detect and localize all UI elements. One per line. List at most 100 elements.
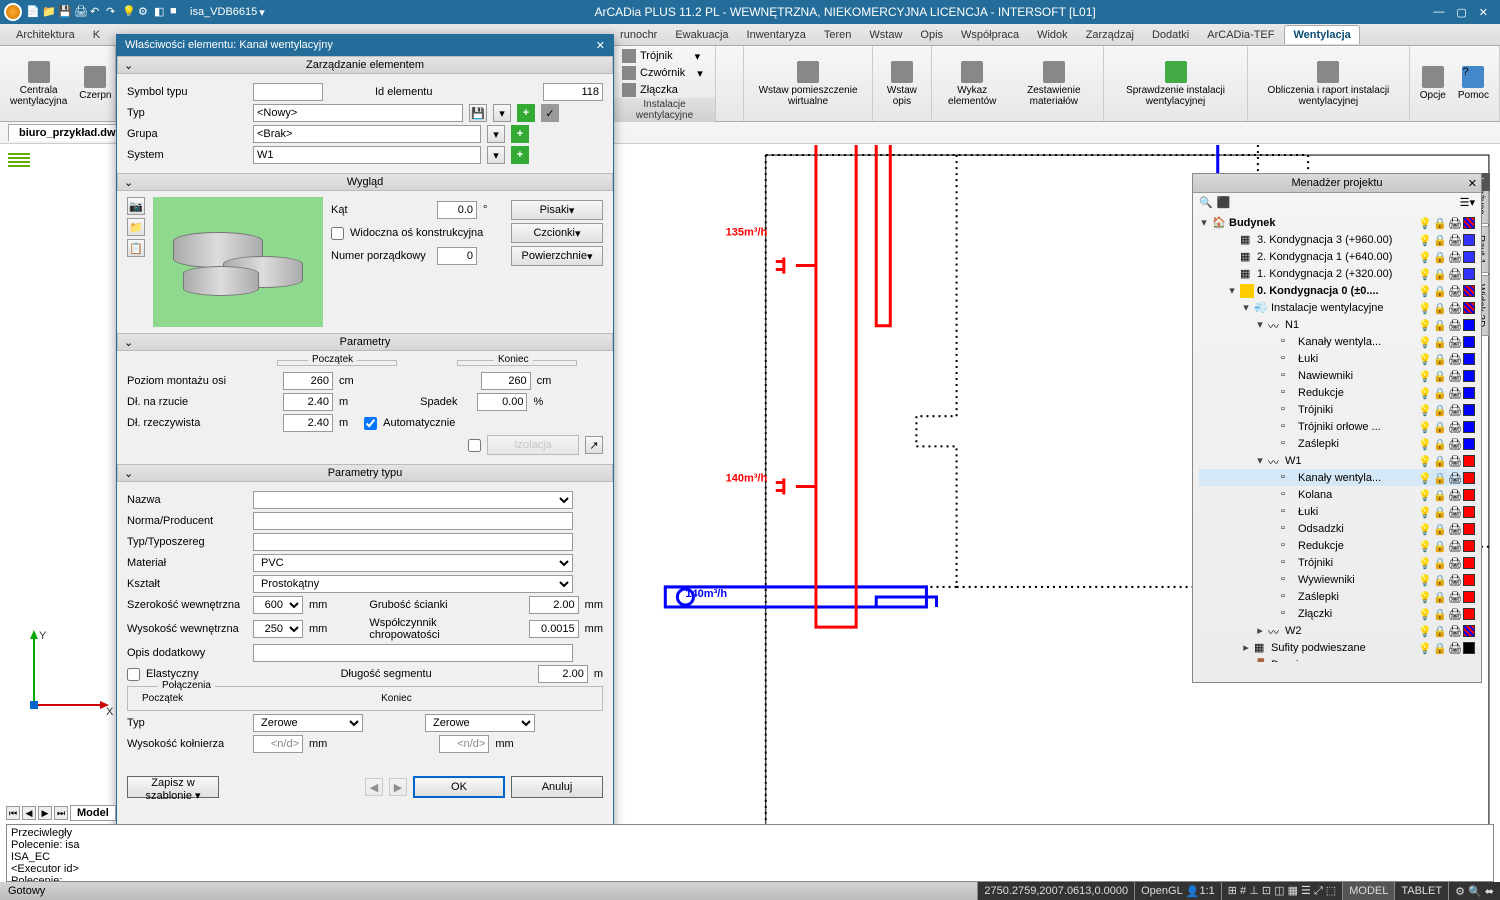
tree-item[interactable]: ▫Kanały wentyla...💡🔒🖨 — [1199, 333, 1475, 350]
szer-input[interactable]: 600 — [253, 596, 303, 614]
tree-item[interactable]: ▫Nawiewniki💡🔒🖨 — [1199, 367, 1475, 384]
section-parametry[interactable]: ⌄Parametry — [117, 333, 613, 351]
grupa-dropdown-icon[interactable]: ▾ — [487, 125, 505, 143]
tab-wspolpraca[interactable]: Współpraca — [953, 26, 1027, 44]
tab-arcadia-tef[interactable]: ArCADia-TEF — [1199, 26, 1282, 44]
tab-widok[interactable]: Widok — [1029, 26, 1076, 44]
kat-input[interactable] — [437, 201, 477, 219]
tree-item[interactable]: ▫Odsadzki💡🔒🖨 — [1199, 520, 1475, 537]
panel-close-icon[interactable]: ✕ — [1468, 177, 1477, 190]
typ-koniec-select[interactable]: Zerowe — [425, 714, 535, 732]
centrala-button[interactable]: Centrala wentylacyjna — [6, 59, 71, 109]
section-wyglad[interactable]: ⌄Wygląd — [117, 173, 613, 191]
zlaczka-button[interactable]: Złączka — [620, 82, 680, 98]
pm-tool-2[interactable]: ⬛ — [1217, 196, 1231, 209]
poziom-k-input[interactable] — [481, 372, 531, 390]
system-dropdown-icon[interactable]: ▾ — [487, 146, 505, 164]
tree-level[interactable]: ▦1. Kondygnacja 2 (+320.00)💡🔒🖨 — [1199, 265, 1475, 282]
tree-item[interactable]: ▫Redukcje💡🔒🖨 — [1199, 384, 1475, 401]
tab-inwentaryza[interactable]: Inwentaryza — [739, 26, 814, 44]
nav-first-icon[interactable]: ⏮ — [6, 806, 20, 820]
tab-k[interactable]: K — [85, 26, 108, 44]
dl-rzut-input[interactable] — [283, 393, 333, 411]
tab-dodatki[interactable]: Dodatki — [1144, 26, 1197, 44]
pm-tool-3[interactable]: ☰▾ — [1460, 196, 1475, 209]
typ-save-icon[interactable]: 💾 — [469, 104, 487, 122]
izolacja-popup-icon[interactable]: ↗ — [585, 436, 603, 454]
wstaw-pomieszczenie-button[interactable]: Wstaw pomieszczenie wirtualne — [750, 59, 866, 109]
status-model[interactable]: MODEL — [1342, 882, 1394, 900]
wstaw-opis-button[interactable]: Wstaw opis — [879, 59, 925, 109]
opis-input[interactable] — [253, 644, 573, 662]
file-tab-active[interactable]: biuro_przykład.dwg — [8, 124, 133, 141]
pm-tool-1[interactable]: 🔍 — [1199, 196, 1213, 209]
system-input[interactable] — [253, 146, 481, 164]
view-folder-icon[interactable]: 📁 — [127, 218, 145, 236]
typoszereg-input[interactable] — [253, 533, 573, 551]
view-copy-icon[interactable]: 📋 — [127, 239, 145, 257]
ok-button[interactable]: OK — [413, 776, 505, 798]
hamburger-icon[interactable] — [8, 153, 30, 169]
tab-ewakuacja[interactable]: Ewakuacja — [667, 26, 736, 44]
tree-item[interactable]: ▫Trójniki💡🔒🖨 — [1199, 401, 1475, 418]
tab-opis[interactable]: Opis — [912, 26, 951, 44]
anuluj-button[interactable]: Anuluj — [511, 776, 603, 798]
symbol-typu-input[interactable] — [253, 83, 323, 101]
numer-input[interactable] — [437, 247, 477, 265]
dialog-close-icon[interactable]: ✕ — [596, 39, 605, 52]
sprawdzenie-button[interactable]: Sprawdzenie instalacji wentylacyjnej — [1110, 59, 1241, 109]
opcje-button[interactable]: Opcje — [1416, 64, 1450, 103]
typ-check-icon[interactable]: ✓ — [541, 104, 559, 122]
status-opengl[interactable]: OpenGL 👤 1:1 — [1134, 882, 1221, 900]
nav-last-icon[interactable]: ⏭ — [54, 806, 68, 820]
dlugosc-input[interactable] — [538, 665, 588, 683]
tab-teren[interactable]: Teren — [816, 26, 860, 44]
tree-item[interactable]: ▫Złączki💡🔒🖨 — [1199, 605, 1475, 622]
tree-level[interactable]: ▦3. Kondygnacja 3 (+960.00)💡🔒🖨 — [1199, 231, 1475, 248]
wys-input[interactable]: 250 — [253, 620, 303, 638]
typ-dropdown-icon[interactable]: ▾ — [493, 104, 511, 122]
minimize-icon[interactable]: — — [1433, 6, 1444, 19]
norma-input[interactable] — [253, 512, 573, 530]
status-tools[interactable]: ⚙ 🔍 ⬌ — [1448, 882, 1500, 900]
tree-item[interactable]: ▫Redukcje💡🔒🖨 — [1199, 537, 1475, 554]
tree-level[interactable]: ▦2. Kondygnacja 1 (+640.00)💡🔒🖨 — [1199, 248, 1475, 265]
model-tab[interactable]: Model — [70, 805, 116, 821]
elast-checkbox[interactable] — [127, 668, 140, 681]
czcionki-button[interactable]: Czcionki ▾ — [511, 223, 603, 243]
nav-next-icon[interactable]: ▶ — [38, 806, 52, 820]
powierzchnie-button[interactable]: Powierzchnie ▾ — [511, 246, 603, 266]
system-add-button[interactable]: + — [511, 146, 529, 164]
typ-input[interactable] — [253, 104, 463, 122]
tree-item[interactable]: ▫Łuki💡🔒🖨 — [1199, 503, 1475, 520]
tab-wstaw[interactable]: Wstaw — [861, 26, 910, 44]
status-tablet[interactable]: TABLET — [1394, 882, 1448, 900]
typ-poczatek-select[interactable]: Zerowe — [253, 714, 363, 732]
spadek-input[interactable] — [477, 393, 527, 411]
status-toggles[interactable]: ⊞ # ⊥ ⊡ ◫ ▦ ☰ ⤢ ⬚ — [1221, 882, 1342, 900]
material-select[interactable]: PVC — [253, 554, 573, 572]
tree-item[interactable]: ▫Zaślepki💡🔒🖨 — [1199, 588, 1475, 605]
auto-checkbox[interactable] — [364, 417, 377, 430]
grupa-input[interactable] — [253, 125, 481, 143]
ksztalt-select[interactable]: Prostokątny — [253, 575, 573, 593]
typ-add-button[interactable]: + — [517, 104, 535, 122]
nazwa-select[interactable] — [253, 491, 573, 509]
zapisz-szablon-button[interactable]: Zapisz w szablonie ▾ — [127, 776, 219, 798]
view-cam-icon[interactable]: 📷 — [127, 197, 145, 215]
tree-item[interactable]: ▫Kanały wentyla...💡🔒🖨 — [1199, 469, 1475, 486]
tree-item[interactable]: ▫Trójniki💡🔒🖨 — [1199, 554, 1475, 571]
tree-item[interactable]: ▫Trójniki orłowe ...💡🔒🖨 — [1199, 418, 1475, 435]
pisaki-button[interactable]: Pisaki ▾ — [511, 200, 603, 220]
poziom-p-input[interactable] — [283, 372, 333, 390]
trojnik-button[interactable]: Trójnik▾ — [620, 48, 702, 64]
izolacja-checkbox[interactable] — [468, 439, 481, 452]
czwornik-button[interactable]: Czwórnik▾ — [620, 65, 705, 81]
wspol-input[interactable] — [529, 620, 579, 638]
tree-item[interactable]: ▫Zaślepki💡🔒🖨 — [1199, 435, 1475, 452]
zestawienie-materialow-button[interactable]: Zestawienie materiałów — [1011, 59, 1097, 109]
tab-wentylacja[interactable]: Wentylacja — [1284, 25, 1359, 44]
tab-runochr[interactable]: runochr — [612, 26, 665, 44]
close-icon[interactable]: ✕ — [1479, 6, 1488, 19]
command-line[interactable]: Przeciwległy Polecenie: isa ISA_EC <Exec… — [6, 824, 1494, 882]
